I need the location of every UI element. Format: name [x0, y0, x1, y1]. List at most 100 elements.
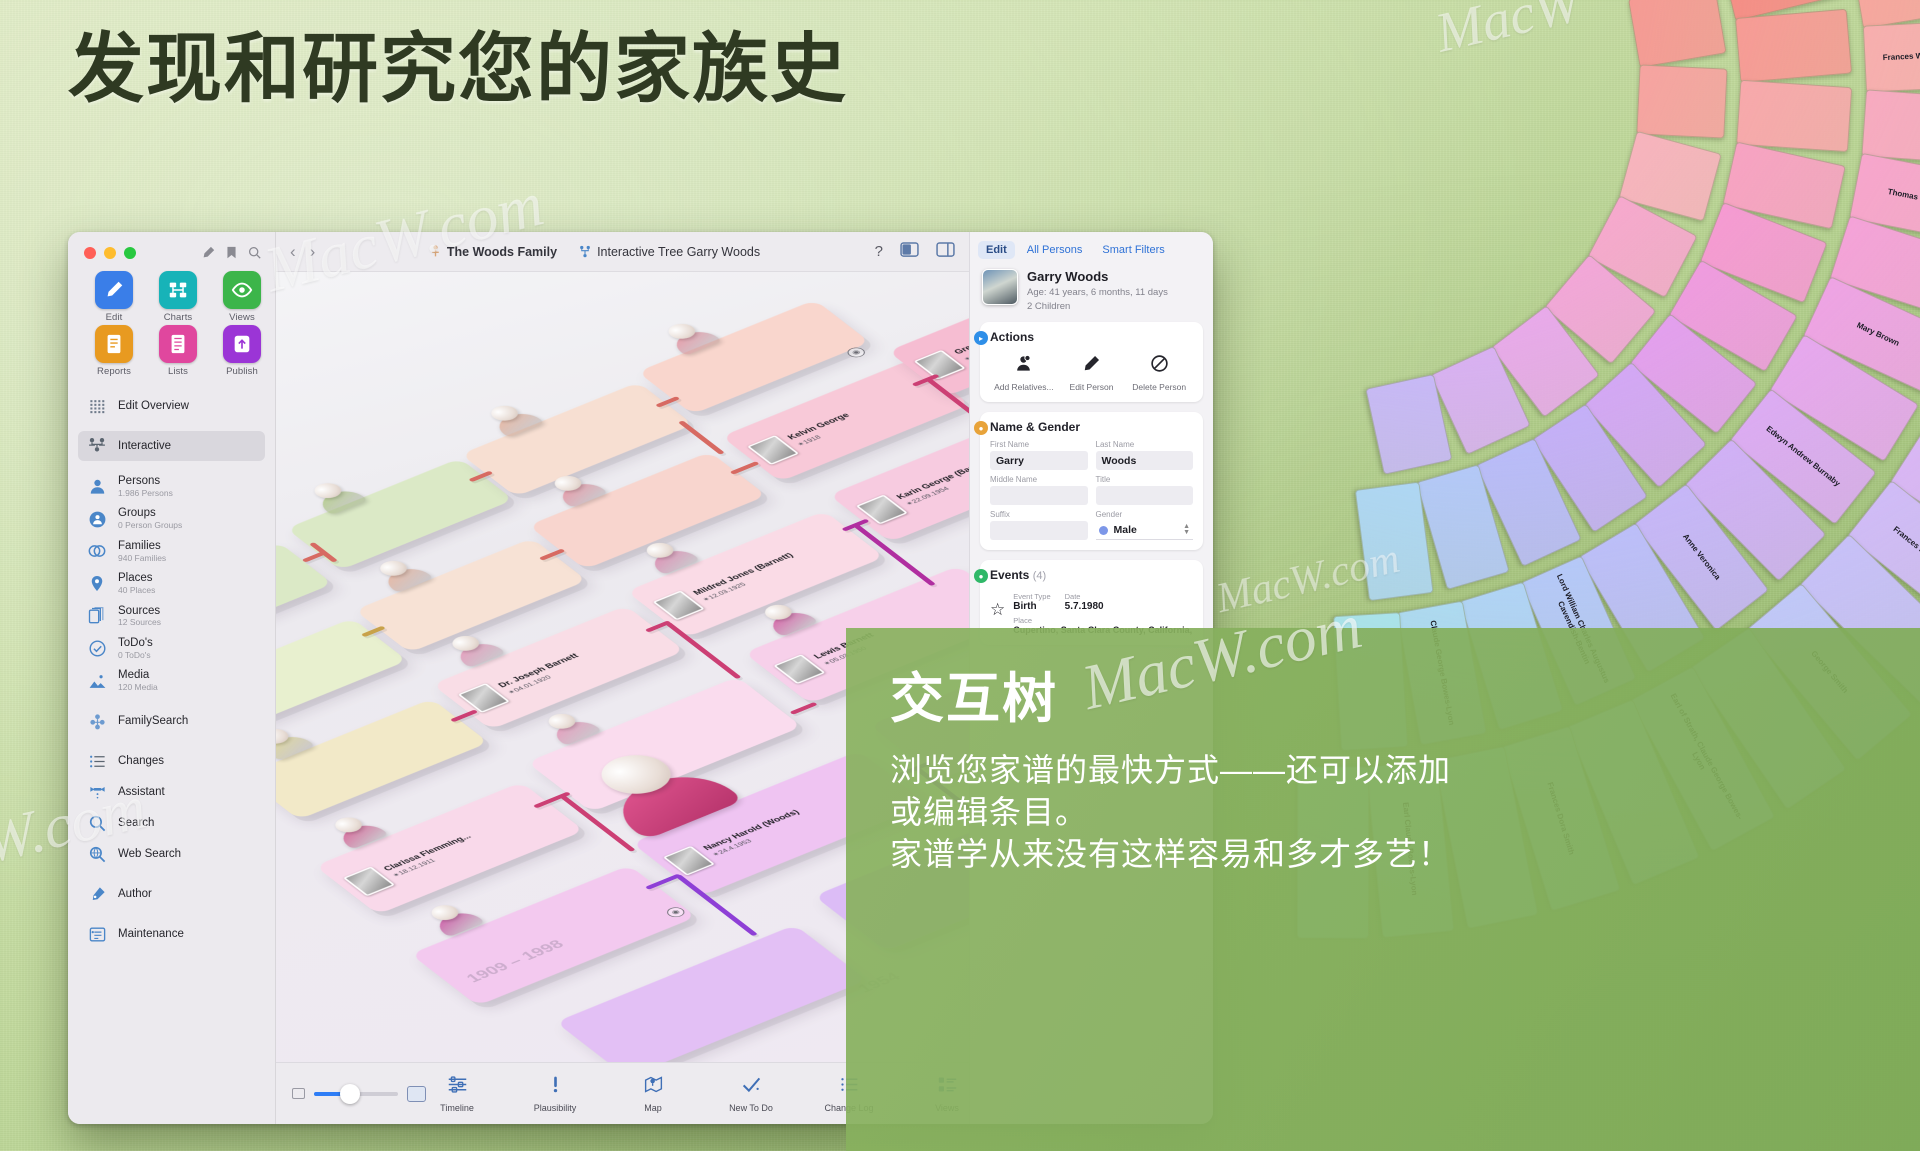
- sidebar-item-text: Persons 1.986 Persons: [118, 475, 173, 498]
- upload-icon: [223, 325, 261, 363]
- field-first-name[interactable]: First Name Garry: [990, 440, 1088, 470]
- field-last-name[interactable]: Last Name Woods: [1095, 440, 1193, 470]
- tree-connector: [729, 461, 760, 475]
- callout-line-2: 或编辑条目。: [890, 794, 1089, 831]
- add-person-icon: [1014, 354, 1033, 378]
- small-card-icon[interactable]: [292, 1088, 305, 1099]
- field-value[interactable]: Garry: [990, 451, 1088, 470]
- toolbar-button-lists[interactable]: Lists: [150, 325, 206, 377]
- field-middle-name[interactable]: Middle Name: [990, 475, 1088, 505]
- sidebar-item-groups[interactable]: Groups 0 Person Groups: [78, 503, 265, 534]
- bottom-tool-plausibility[interactable]: Plausibility: [524, 1074, 586, 1113]
- sidebar-item-author[interactable]: Author: [78, 880, 265, 910]
- sidebar-item-familysearch[interactable]: FamilySearch: [78, 707, 265, 737]
- event-date: Date 5.7.1980: [1065, 592, 1104, 612]
- toolbar-button-charts[interactable]: Charts: [150, 271, 206, 323]
- chevron-right-icon[interactable]: ›: [310, 242, 316, 262]
- action-label: Add Relatives...: [994, 382, 1054, 392]
- inspector-tab-smart-filters[interactable]: Smart Filters: [1094, 241, 1172, 259]
- action-edit-person[interactable]: Edit Person: [1058, 354, 1126, 392]
- sidebar-item-todo-s[interactable]: ToDo's 0 ToDo's: [78, 633, 265, 664]
- tree-person-figure[interactable]: [419, 899, 488, 939]
- action-add-relatives[interactable]: Add Relatives...: [990, 354, 1058, 392]
- toolbar-button-views[interactable]: Views: [214, 271, 270, 323]
- field-value[interactable]: [990, 486, 1088, 505]
- field-gender[interactable]: Gender Male ▲ ▼: [1095, 510, 1193, 540]
- bottom-tool-new-to-do[interactable]: New To Do: [720, 1074, 782, 1113]
- stepper-icon[interactable]: ▲ ▼: [1183, 523, 1190, 537]
- fan-chart-segment[interactable]: [1636, 64, 1728, 139]
- toolbar-button-publish[interactable]: Publish: [214, 325, 270, 377]
- tree-person-figure[interactable]: [367, 555, 436, 595]
- sidebar-item-search[interactable]: Search: [78, 809, 265, 839]
- question-mark-icon[interactable]: ?: [875, 243, 883, 260]
- sidebar-item-places[interactable]: Places 40 Places: [78, 568, 265, 599]
- gender-select[interactable]: Male ▲ ▼: [1095, 521, 1193, 540]
- panel-icon[interactable]: [900, 241, 919, 262]
- zoom-slider-control[interactable]: [292, 1083, 426, 1104]
- zoom-slider-knob[interactable]: [340, 1083, 360, 1104]
- sidebar-item-changes[interactable]: Changes: [78, 747, 265, 777]
- sidebar-toolbar-icons: [202, 246, 275, 259]
- field-value[interactable]: [990, 521, 1088, 540]
- large-card-icon[interactable]: [407, 1085, 426, 1102]
- tree-person-card[interactable]: [286, 458, 514, 571]
- breadcrumb-view[interactable]: Interactive Tree Garry Woods: [579, 245, 760, 259]
- sidebar-item-web-search[interactable]: Web Search: [78, 840, 265, 870]
- event-date-label: Date: [1064, 592, 1081, 601]
- toolbar-button-label: Reports: [97, 366, 131, 377]
- search-icon[interactable]: [248, 246, 261, 259]
- sidebar-item-edit-overview[interactable]: Edit Overview: [78, 391, 265, 421]
- sidebar-item-label: Author: [118, 888, 152, 901]
- bottom-tool-label: Plausibility: [533, 1103, 577, 1113]
- sidebar-item-persons[interactable]: Persons 1.986 Persons: [78, 471, 265, 502]
- sidebar-item-subtitle: 0 ToDo's: [118, 649, 151, 660]
- toolbar-button-reports[interactable]: Reports: [86, 325, 142, 377]
- sidebar-item-interactive[interactable]: Interactive: [78, 431, 265, 461]
- field-value[interactable]: [1095, 486, 1193, 505]
- action-delete-person[interactable]: Delete Person: [1125, 354, 1193, 392]
- fan-chart-segment[interactable]: [1736, 79, 1852, 153]
- split-view-icon[interactable]: [936, 241, 955, 262]
- fan-chart-segment[interactable]: [1627, 0, 1727, 69]
- sidebar-item-maintenance[interactable]: Maintenance: [78, 920, 265, 950]
- fan-chart-segment[interactable]: Frances Webb (Salisbury): [1862, 19, 1920, 93]
- figure-head: [329, 814, 368, 836]
- inspector-tab-all-persons[interactable]: All Persons: [1019, 241, 1091, 259]
- tree-person-figure[interactable]: [634, 537, 703, 577]
- figure-head: [276, 725, 294, 747]
- maximize-button[interactable]: [124, 246, 136, 259]
- person-photo: [652, 590, 705, 621]
- bottom-tool-label: Map: [644, 1103, 662, 1113]
- sidebar-item-families[interactable]: Families 940 Families: [78, 536, 265, 567]
- sidebar-item-sources[interactable]: Sources 12 Sources: [78, 601, 265, 632]
- bottom-tool-timeline[interactable]: Timeline: [426, 1074, 488, 1113]
- card-text: Kelvin George ✴1918: [786, 412, 860, 448]
- field-suffix[interactable]: Suffix: [990, 510, 1088, 540]
- sidebar-item-text: FamilySearch: [118, 715, 188, 728]
- close-button[interactable]: [84, 246, 96, 259]
- sidebar-item-assistant[interactable]: Assistant: [78, 778, 265, 808]
- bookmark-icon[interactable]: [226, 246, 237, 259]
- inspector-tab-edit[interactable]: Edit: [978, 241, 1015, 259]
- pen-icon[interactable]: [202, 246, 215, 259]
- fan-chart-segment[interactable]: [1734, 8, 1852, 84]
- sidebar-item-text: Author: [118, 888, 152, 901]
- field-value[interactable]: Woods: [1095, 451, 1193, 470]
- sidebar-item-text: Groups 0 Person Groups: [118, 507, 182, 530]
- bottom-tool-map[interactable]: Map: [622, 1074, 684, 1113]
- star-icon: ☆: [990, 600, 1006, 619]
- person-photo: [457, 683, 510, 713]
- sidebar-item-media[interactable]: Media 120 Media: [78, 665, 265, 696]
- exclamation-icon: [545, 1074, 566, 1100]
- toolbar-button-edit[interactable]: Edit: [86, 271, 142, 323]
- pencil-icon: [1082, 354, 1101, 378]
- report-icon: [95, 325, 133, 363]
- minimize-button[interactable]: [104, 246, 116, 259]
- zoom-slider[interactable]: [314, 1083, 398, 1104]
- breadcrumb-family[interactable]: The Woods Family: [430, 245, 557, 259]
- field-title[interactable]: Title: [1095, 475, 1193, 505]
- chevron-left-icon[interactable]: ‹: [290, 242, 296, 262]
